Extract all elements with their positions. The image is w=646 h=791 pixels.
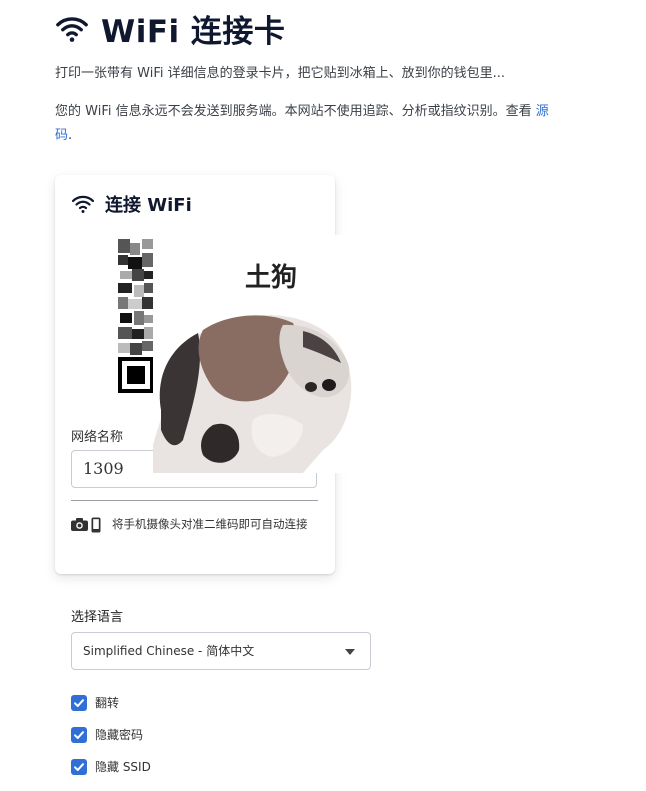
language-label: 选择语言 [71,610,124,625]
check-icon [74,762,84,771]
language-selected-value: Simplified Chinese - 简体中文 [83,644,255,658]
dog-meme-image: 土狗 [153,235,391,473]
card-title: 连接 WiFi [71,191,192,217]
checkbox-hide-ssid[interactable] [71,758,87,775]
privacy-note: 您的 WiFi 信息永远不会发送到服务端。本网站不使用追踪、分析或指纹识别。查看 [55,104,536,119]
option-hide-password-label: 隐藏密码 [95,728,144,742]
privacy-note-end: . [68,128,73,143]
intro-line-1: 打印一张带有 WiFi 详细信息的登录卡片，把它贴到冰箱上、放到你的钱包里... [55,66,505,81]
phone-icon [91,517,101,532]
scan-hint: 将手机摄像头对准二维码即可自动连接 [71,511,321,537]
option-hide-ssid[interactable]: 隐藏 SSID [71,758,151,775]
qr-code [118,239,154,393]
check-icon [74,698,84,707]
checkbox-hide-password[interactable] [71,726,87,743]
check-icon [74,730,84,739]
option-hide-ssid-label: 隐藏 SSID [95,760,151,774]
checkbox-flip[interactable] [71,694,87,711]
language-select[interactable]: Simplified Chinese - 简体中文 [71,632,371,670]
wifi-icon [56,16,88,42]
page-header: WiFi 连接卡 [55,6,285,51]
page: WiFi 连接卡 打印一张带有 WiFi 详细信息的登录卡片，把它贴到冰箱上、放… [0,0,646,791]
card-title-text: 连接 WiFi [105,195,192,216]
intro-line-2: 您的 WiFi 信息永远不会发送到服务端。本网站不使用追踪、分析或指纹识别。查看… [55,100,555,148]
ssid-label: 网络名称 [71,430,124,445]
wifi-icon [71,195,95,213]
page-title: WiFi 连接卡 [101,14,286,50]
meme-caption: 土狗 [245,263,298,293]
option-flip[interactable]: 翻转 [71,694,119,711]
chevron-down-icon [345,649,355,655]
camera-icon [71,518,88,531]
scan-icons [71,517,104,533]
option-hide-password[interactable]: 隐藏密码 [71,726,143,743]
intro-text: 打印一张带有 WiFi 详细信息的登录卡片，把它贴到冰箱上、放到你的钱包里...… [55,62,555,162]
option-flip-label: 翻转 [95,696,120,710]
card-divider [71,500,318,501]
scan-hint-text: 将手机摄像头对准二维码即可自动连接 [112,517,308,531]
